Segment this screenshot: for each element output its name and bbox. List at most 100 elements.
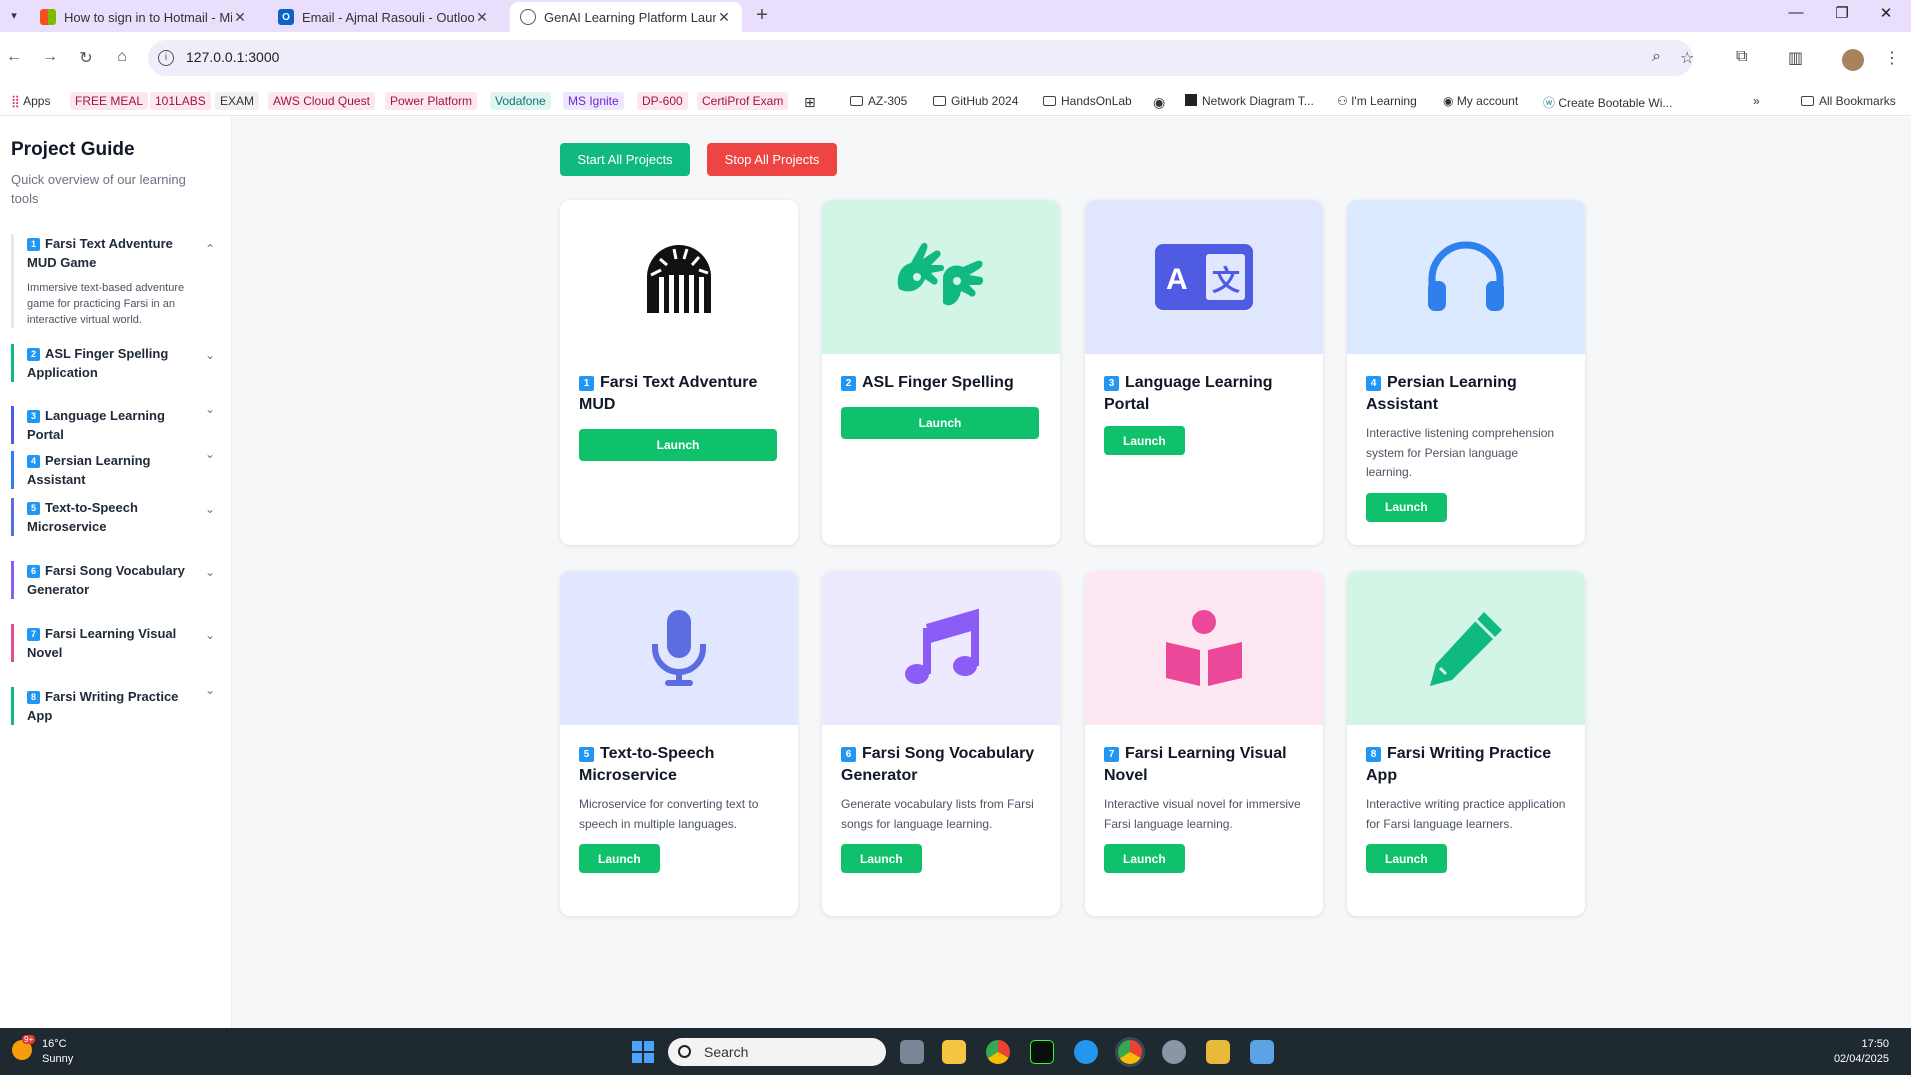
project-card-song-vocab: 6 Farsi Song Vocabulary Generator Generat…	[822, 571, 1060, 916]
new-tab-button[interactable]: +	[750, 4, 774, 27]
bookmark-my-account[interactable]: ◉ My account	[1438, 92, 1523, 110]
menu-icon[interactable]: ⋮	[1884, 48, 1900, 68]
tab-search-button[interactable]: ▾	[4, 6, 24, 26]
chevron-down-icon[interactable]: ⌄	[205, 402, 215, 416]
docker-icon[interactable]	[1074, 1040, 1098, 1064]
bookmark-az-305[interactable]: AZ-305	[845, 92, 912, 110]
launch-button[interactable]: Launch	[1104, 426, 1185, 455]
chevron-down-icon[interactable]: ⌄	[205, 348, 215, 362]
reading-mode-icon[interactable]: ▥	[1788, 48, 1803, 68]
tab-groups-icon[interactable]: ⊞	[799, 92, 821, 113]
tab-outlook[interactable]: O Email - Ajmal Rasouli - Outlook ✕	[268, 2, 500, 32]
chevron-down-icon[interactable]: ⌄	[205, 628, 215, 642]
bookmark-aws-cloud-quest[interactable]: AWS Cloud Quest	[268, 92, 375, 110]
sidebar-item-visual-novel[interactable]: 7 Farsi Learning Visual Novel ⌄	[11, 624, 215, 662]
bookmark-star-icon[interactable]: ☆	[1680, 48, 1694, 68]
chrome-active-icon[interactable]	[1118, 1040, 1142, 1064]
reload-icon[interactable]: ↻	[74, 48, 98, 68]
bookmark-handsonlab[interactable]: HandsOnLab	[1038, 92, 1137, 110]
bookmarks-bar: ⣿ Apps FREE MEAL 101LABS EXAM AWS Cloud …	[0, 86, 1911, 116]
windows-start-icon[interactable]	[632, 1041, 654, 1063]
launch-button[interactable]: Launch	[841, 844, 922, 873]
sidebar-item-song-vocab[interactable]: 6 Farsi Song Vocabulary Generator ⌄	[11, 561, 215, 599]
sidebar-item-mud-game[interactable]: 1 Farsi Text Adventure MUD Game Immersive…	[11, 234, 215, 328]
number-badge: 6	[27, 565, 40, 578]
zoom-icon[interactable]: ⌕	[1652, 48, 1661, 66]
chevron-down-icon[interactable]: ⌄	[205, 683, 215, 697]
bookmark-dp-600[interactable]: DP-600	[637, 92, 688, 110]
chevron-down-icon[interactable]: ⌄	[205, 502, 215, 516]
close-tab-icon[interactable]: ✕	[474, 9, 490, 26]
launch-button[interactable]: Launch	[579, 429, 777, 461]
project-card-asl: 2 ASL Finger Spelling Launch	[822, 200, 1060, 545]
bookmark-apps[interactable]: ⣿ Apps	[6, 92, 55, 110]
sidebar-item-language-portal[interactable]: 3 Language Learning Portal ⌄	[11, 402, 215, 444]
bookmark-free-meal[interactable]: FREE MEAL	[70, 92, 149, 110]
number-badge: 1	[579, 376, 594, 391]
bookmark-power-platform[interactable]: Power Platform	[385, 92, 478, 110]
more-bookmarks-icon[interactable]: »	[1748, 92, 1765, 110]
launch-button[interactable]: Launch	[579, 844, 660, 873]
sidebar-item-writing-practice[interactable]: 8 Farsi Writing Practice App ⌄	[11, 683, 215, 725]
launch-button[interactable]: Launch	[1366, 844, 1447, 873]
sidebar-item-persian-assistant[interactable]: 4 Persian Learning Assistant ⌄	[11, 447, 215, 489]
bookmark-github-2024[interactable]: GitHub 2024	[928, 92, 1023, 110]
home-icon[interactable]: ⌂	[110, 48, 134, 66]
extensions-icon[interactable]: ⧉	[1736, 48, 1747, 66]
system-clock[interactable]: 17:50 02/04/2025	[1834, 1037, 1889, 1067]
task-view-icon[interactable]	[900, 1040, 924, 1064]
app-icon[interactable]	[1206, 1040, 1230, 1064]
card-header	[822, 571, 1060, 725]
sidebar-item-asl[interactable]: 2 ASL Finger Spelling Application ⌄	[11, 344, 215, 382]
site-info-icon[interactable]: i	[158, 50, 174, 66]
close-tab-icon[interactable]: ✕	[232, 9, 248, 26]
bookmark-ms-ignite[interactable]: MS Ignite	[563, 92, 624, 110]
tab-hotmail[interactable]: How to sign in to Hotmail - Mic ✕	[30, 2, 258, 32]
microphone-icon	[652, 610, 706, 686]
settings-icon[interactable]	[1162, 1040, 1186, 1064]
chevron-up-icon[interactable]: ⌃	[205, 242, 215, 256]
tab-genai-platform[interactable]: GenAI Learning Platform Launc ✕	[510, 2, 742, 32]
back-icon[interactable]: ←	[2, 48, 26, 66]
remote-desktop-icon[interactable]	[1250, 1040, 1274, 1064]
stop-all-projects-button[interactable]: Stop All Projects	[707, 143, 837, 176]
globe-bookmark-icon[interactable]: ◉	[1148, 92, 1170, 113]
profile-avatar[interactable]	[1842, 49, 1864, 71]
bookmark-101labs[interactable]: 101LABS	[150, 92, 211, 110]
bookmark-certiprof-exam[interactable]: CertiProf Exam	[697, 92, 789, 110]
chevron-down-icon[interactable]: ⌄	[205, 447, 215, 461]
card-title: Farsi Learning Visual Novel	[1104, 745, 1287, 784]
taskbar-search[interactable]: Search	[668, 1038, 886, 1066]
card-header	[560, 571, 798, 725]
launch-button[interactable]: Launch	[841, 407, 1039, 439]
bookmark-im-learning[interactable]: ⚇ I'm Learning	[1332, 92, 1422, 110]
sidebar-item-label: Farsi Writing Practice App	[27, 689, 179, 723]
url-text[interactable]: 127.0.0.1:3000	[186, 49, 279, 65]
chevron-down-icon[interactable]: ⌄	[205, 565, 215, 579]
windows-taskbar: 9+ 16°C Sunny Search 17:50 02/04/2025	[0, 1028, 1911, 1075]
chrome-icon[interactable]	[986, 1040, 1010, 1064]
bookmark-exam[interactable]: EXAM	[215, 92, 260, 110]
launch-button[interactable]: Launch	[1104, 844, 1185, 873]
file-explorer-icon[interactable]	[942, 1040, 966, 1064]
address-bar[interactable]: i 127.0.0.1:3000 ⌕ ☆	[148, 40, 1694, 76]
restore-icon[interactable]: ❐	[1822, 4, 1862, 22]
all-bookmarks[interactable]: All Bookmarks	[1796, 92, 1901, 110]
bookmark-create-bootable[interactable]: ⓦ Create Bootable Wi...	[1538, 92, 1677, 113]
sidebar-item-tts[interactable]: 5 Text-to-Speech Microservice ⌄	[11, 498, 215, 536]
terminal-icon[interactable]	[1030, 1040, 1054, 1064]
window-close-icon[interactable]: ✕	[1866, 4, 1906, 22]
search-label: Search	[704, 1044, 749, 1060]
bookmark-network-diagram[interactable]: Network Diagram T...	[1180, 92, 1319, 110]
launch-button[interactable]: Launch	[1366, 492, 1447, 522]
forward-icon[interactable]: →	[38, 48, 62, 66]
card-title: Persian Learning Assistant	[1366, 374, 1517, 413]
start-all-projects-button[interactable]: Start All Projects	[560, 143, 690, 176]
close-tab-icon[interactable]: ✕	[716, 9, 732, 26]
project-card-visual-novel: 7 Farsi Learning Visual Novel Interactive…	[1085, 571, 1323, 916]
weather-widget[interactable]: 16°C Sunny	[42, 1037, 73, 1067]
sidebar-item-label: ASL Finger Spelling Application	[27, 346, 169, 380]
card-title: Farsi Writing Practice App	[1366, 745, 1552, 784]
minimize-icon[interactable]: —	[1776, 4, 1816, 21]
bookmark-vodafone[interactable]: Vodafone	[490, 92, 551, 110]
